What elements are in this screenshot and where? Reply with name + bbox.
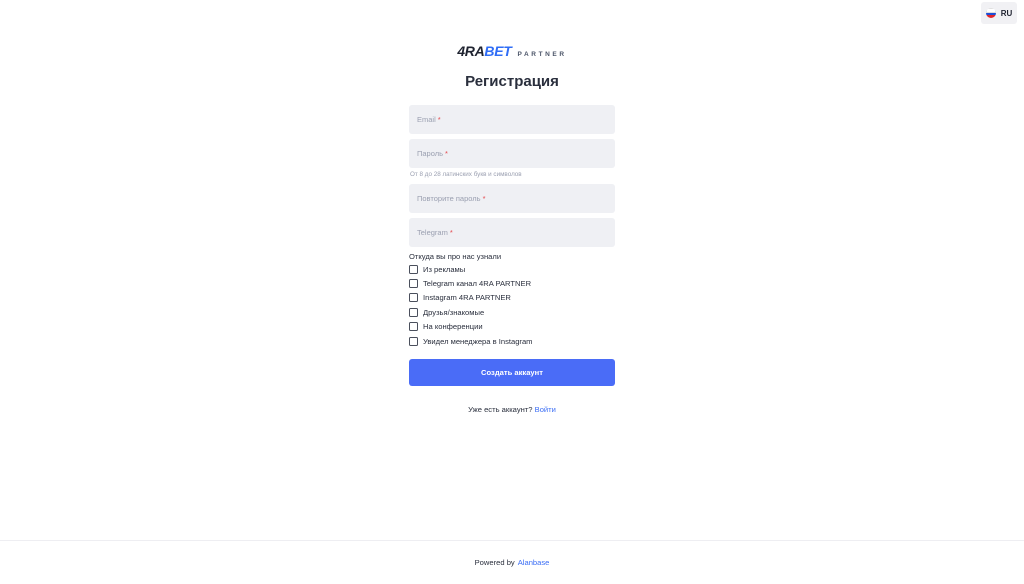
- source-option-label: Увидел менеджера в Instagram: [423, 336, 533, 346]
- logo-wordmark: 4RABET: [457, 43, 512, 59]
- telegram-placeholder: Telegram: [417, 228, 448, 237]
- source-option-telegram[interactable]: Telegram канал 4RA PARTNER: [409, 276, 615, 290]
- language-code: RU: [1000, 8, 1013, 18]
- source-option-friends[interactable]: Друзья/знакомые: [409, 305, 615, 319]
- source-option-label: На конференции: [423, 322, 483, 332]
- logo-main-text: 4RA: [457, 43, 485, 59]
- email-placeholder: Email: [417, 115, 436, 124]
- login-link[interactable]: Войти: [535, 405, 556, 414]
- required-mark: *: [482, 194, 486, 203]
- language-switcher[interactable]: RU: [981, 2, 1017, 24]
- source-label: Откуда вы про нас узнали: [409, 252, 502, 261]
- source-option-manager-instagram[interactable]: Увидел менеджера в Instagram: [409, 334, 615, 348]
- telegram-field[interactable]: Telegram *: [409, 218, 615, 247]
- logo-sub-text: PARTNER: [517, 51, 567, 58]
- russia-flag-icon: [985, 8, 996, 18]
- brand-logo: 4RABET PARTNER: [0, 43, 1024, 59]
- checkbox[interactable]: [409, 322, 418, 332]
- email-field[interactable]: Email *: [409, 105, 615, 134]
- source-option-label: Друзья/знакомые: [423, 307, 485, 317]
- create-account-button[interactable]: Создать аккаунт: [409, 359, 615, 387]
- source-option-ads[interactable]: Из рекламы: [409, 262, 615, 276]
- source-option-conference[interactable]: На конференции: [409, 320, 615, 334]
- required-mark: *: [437, 115, 441, 124]
- source-option-label: Telegram канал 4RA PARTNER: [423, 279, 532, 289]
- checkbox[interactable]: [409, 264, 418, 274]
- logo-accent-text: BET: [484, 43, 512, 59]
- footer: Powered by Alanbase: [0, 540, 1024, 584]
- vendor-link[interactable]: Alanbase: [518, 558, 550, 567]
- registration-form: Email * Пароль * От 8 до 28 латинских букв…: [409, 105, 615, 414]
- repeat-password-placeholder: Повторите пароль: [417, 194, 481, 203]
- source-option-label: Из рекламы: [423, 264, 466, 274]
- checkbox[interactable]: [409, 307, 418, 317]
- required-mark: *: [449, 228, 453, 237]
- powered-by-text: Powered by: [474, 558, 515, 567]
- login-prompt: Уже есть аккаунт? Войти: [409, 405, 615, 414]
- checkbox[interactable]: [409, 279, 418, 289]
- checkbox[interactable]: [409, 336, 418, 346]
- registration-page: RU 4RABET PARTNER Регистрация Email * Пар…: [0, 0, 1024, 584]
- page-title: Регистрация: [465, 73, 559, 90]
- password-hint: От 8 до 28 латинских букв и символов: [410, 171, 522, 178]
- login-prompt-text: Уже есть аккаунт?: [468, 405, 533, 415]
- password-placeholder: Пароль: [417, 149, 444, 158]
- required-mark: *: [445, 149, 448, 158]
- checkbox[interactable]: [409, 293, 418, 303]
- source-option-instagram[interactable]: Instagram 4RA PARTNER: [409, 291, 615, 305]
- password-field[interactable]: Пароль *: [409, 139, 615, 168]
- source-option-label: Instagram 4RA PARTNER: [423, 293, 511, 303]
- repeat-password-field[interactable]: Повторите пароль *: [409, 184, 615, 213]
